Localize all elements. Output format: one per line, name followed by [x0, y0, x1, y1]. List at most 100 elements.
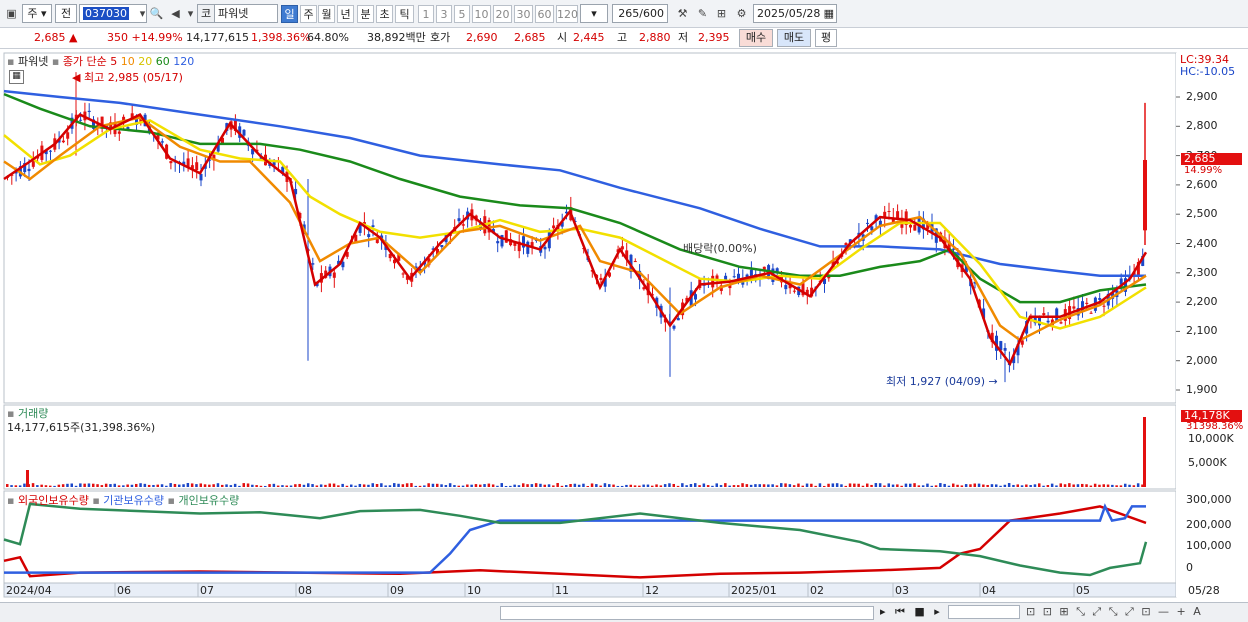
volume-bar	[285, 485, 288, 487]
volume-bar	[805, 483, 809, 487]
calendar-icon[interactable]: ▦	[824, 5, 834, 22]
interval-5[interactable]: 5	[454, 5, 470, 23]
volume-bar	[1136, 483, 1140, 487]
interval-20[interactable]: 20	[493, 5, 512, 23]
candle-body	[87, 110, 91, 113]
scroll-controls[interactable]: ▸ ⏮ ■ ▸	[880, 605, 943, 619]
period-second[interactable]: 초	[376, 5, 393, 23]
interval-1[interactable]: 1	[418, 5, 434, 23]
legend-dot-icon: ▪	[167, 494, 175, 507]
x-axis-label: 04	[982, 584, 996, 597]
hold-tick-100000: 100,000	[1186, 539, 1232, 552]
candle-body	[79, 119, 83, 121]
chart-svg[interactable]	[0, 50, 1248, 602]
interval-dropdown[interactable]: ▾	[580, 4, 608, 23]
volume-bar	[117, 485, 121, 487]
period-day[interactable]: 일	[281, 5, 298, 23]
volume-bar	[732, 485, 736, 487]
prev-button[interactable]: 전	[55, 4, 77, 23]
volume-pct-label: 31398.36%	[1186, 421, 1244, 432]
volume-bar	[543, 484, 546, 487]
volume-bar	[483, 484, 486, 487]
volume-bar	[827, 483, 830, 487]
volume-bar	[504, 485, 508, 487]
chart-menu-icon[interactable]: ▣	[3, 5, 20, 22]
volume-bar	[23, 483, 26, 487]
candle-body	[1085, 302, 1089, 304]
candle-body	[461, 224, 465, 226]
high-price: 2,880	[639, 31, 671, 44]
volume-bar	[474, 484, 478, 487]
volume-bar	[646, 484, 650, 487]
ma-label: 종가 단순	[62, 55, 107, 68]
period-year[interactable]: 년	[337, 5, 354, 23]
volume-bar	[302, 484, 306, 487]
chart-scrollbar[interactable]: ▸ ⏮ ■ ▸ ⊡ ⊡ ⊞ ⤡ ⤢ ⤡ ⤢ ⊡ — + A	[0, 602, 1248, 622]
volume-bar	[982, 484, 985, 487]
volume-bar	[887, 483, 890, 487]
x-axis-label: 02	[810, 584, 824, 597]
volume-bar	[436, 483, 439, 487]
interval-10[interactable]: 10	[472, 5, 491, 23]
volume-bar	[599, 485, 602, 487]
date-field[interactable]: 2025/05/28 ▦	[753, 4, 837, 23]
volume-bar	[491, 484, 495, 487]
period-tick[interactable]: 틱	[395, 5, 414, 23]
period-week[interactable]: 주	[300, 5, 317, 23]
volume-bar	[448, 483, 452, 487]
last-pct-label: 14.99%	[1184, 165, 1223, 176]
volume-bar	[466, 484, 469, 487]
volume-bar	[1055, 485, 1058, 487]
candle-body	[676, 318, 680, 321]
candle-body	[1143, 159, 1147, 231]
volume-bar	[10, 485, 13, 487]
gear-icon[interactable]: ⚙	[733, 5, 750, 22]
x-axis-label: 11	[555, 584, 569, 597]
mode-select[interactable]: 주 ▾	[22, 4, 52, 23]
drawing-tools-icon[interactable]: ✎	[694, 5, 711, 22]
volume-bar	[83, 483, 86, 487]
buy-label: 매수	[745, 31, 767, 44]
candle-tools-icon[interactable]: ⚒	[674, 5, 691, 22]
candle-body	[526, 241, 530, 254]
interval-120[interactable]: 120	[556, 5, 578, 23]
candle-body	[1072, 306, 1076, 309]
volume-bar	[878, 483, 882, 487]
period-month[interactable]: 월	[318, 5, 335, 23]
candle-body	[332, 272, 336, 278]
count-field[interactable]: 265/600	[612, 4, 668, 23]
volume-bar	[18, 485, 22, 487]
table-toggle-icon[interactable]: ▦	[9, 70, 24, 84]
volume-bar	[556, 483, 559, 487]
interval-60[interactable]: 60	[535, 5, 554, 23]
candle-body	[909, 224, 912, 228]
search-icon[interactable]: 🔍	[148, 5, 165, 22]
volume-bar	[233, 483, 237, 487]
volume-bar	[358, 483, 362, 487]
volume-bar	[633, 485, 637, 487]
low-label: 저	[678, 31, 689, 44]
low-price: 2,395	[698, 31, 730, 44]
volume-bar	[797, 483, 800, 487]
sell-button[interactable]: 매도	[777, 29, 811, 47]
candle-body	[866, 222, 869, 224]
price-tick-label: 2,500	[1186, 207, 1218, 221]
volume-bar	[960, 485, 964, 487]
candle-body	[457, 218, 461, 222]
chart-area[interactable]: ▪ 파워넷 ▪ 종가 단순 5 10 20 60 120 ▦ ◀ 최고 2,98…	[0, 50, 1248, 602]
eval-button[interactable]: 평	[815, 29, 837, 47]
stock-name-field[interactable]: 파워넷	[214, 4, 278, 23]
interval-3[interactable]: 3	[436, 5, 452, 23]
indicator-icon[interactable]: ⊞	[713, 5, 730, 22]
interval-30[interactable]: 30	[514, 5, 533, 23]
period-minute[interactable]: 분	[357, 5, 374, 23]
volume-bar	[1059, 483, 1062, 487]
volume-bar	[1033, 484, 1037, 487]
volume-bar	[1063, 484, 1067, 487]
buy-button[interactable]: 매수	[739, 29, 773, 47]
drawing-toolbar[interactable]: ⊡ ⊡ ⊞ ⤡ ⤢ ⤡ ⤢ ⊡ — + A	[1026, 605, 1203, 619]
zoom-slider[interactable]	[948, 605, 1020, 619]
scroll-track[interactable]	[500, 606, 874, 620]
volume-bar	[685, 485, 688, 487]
current-price: 2,685 ▲	[34, 31, 78, 44]
